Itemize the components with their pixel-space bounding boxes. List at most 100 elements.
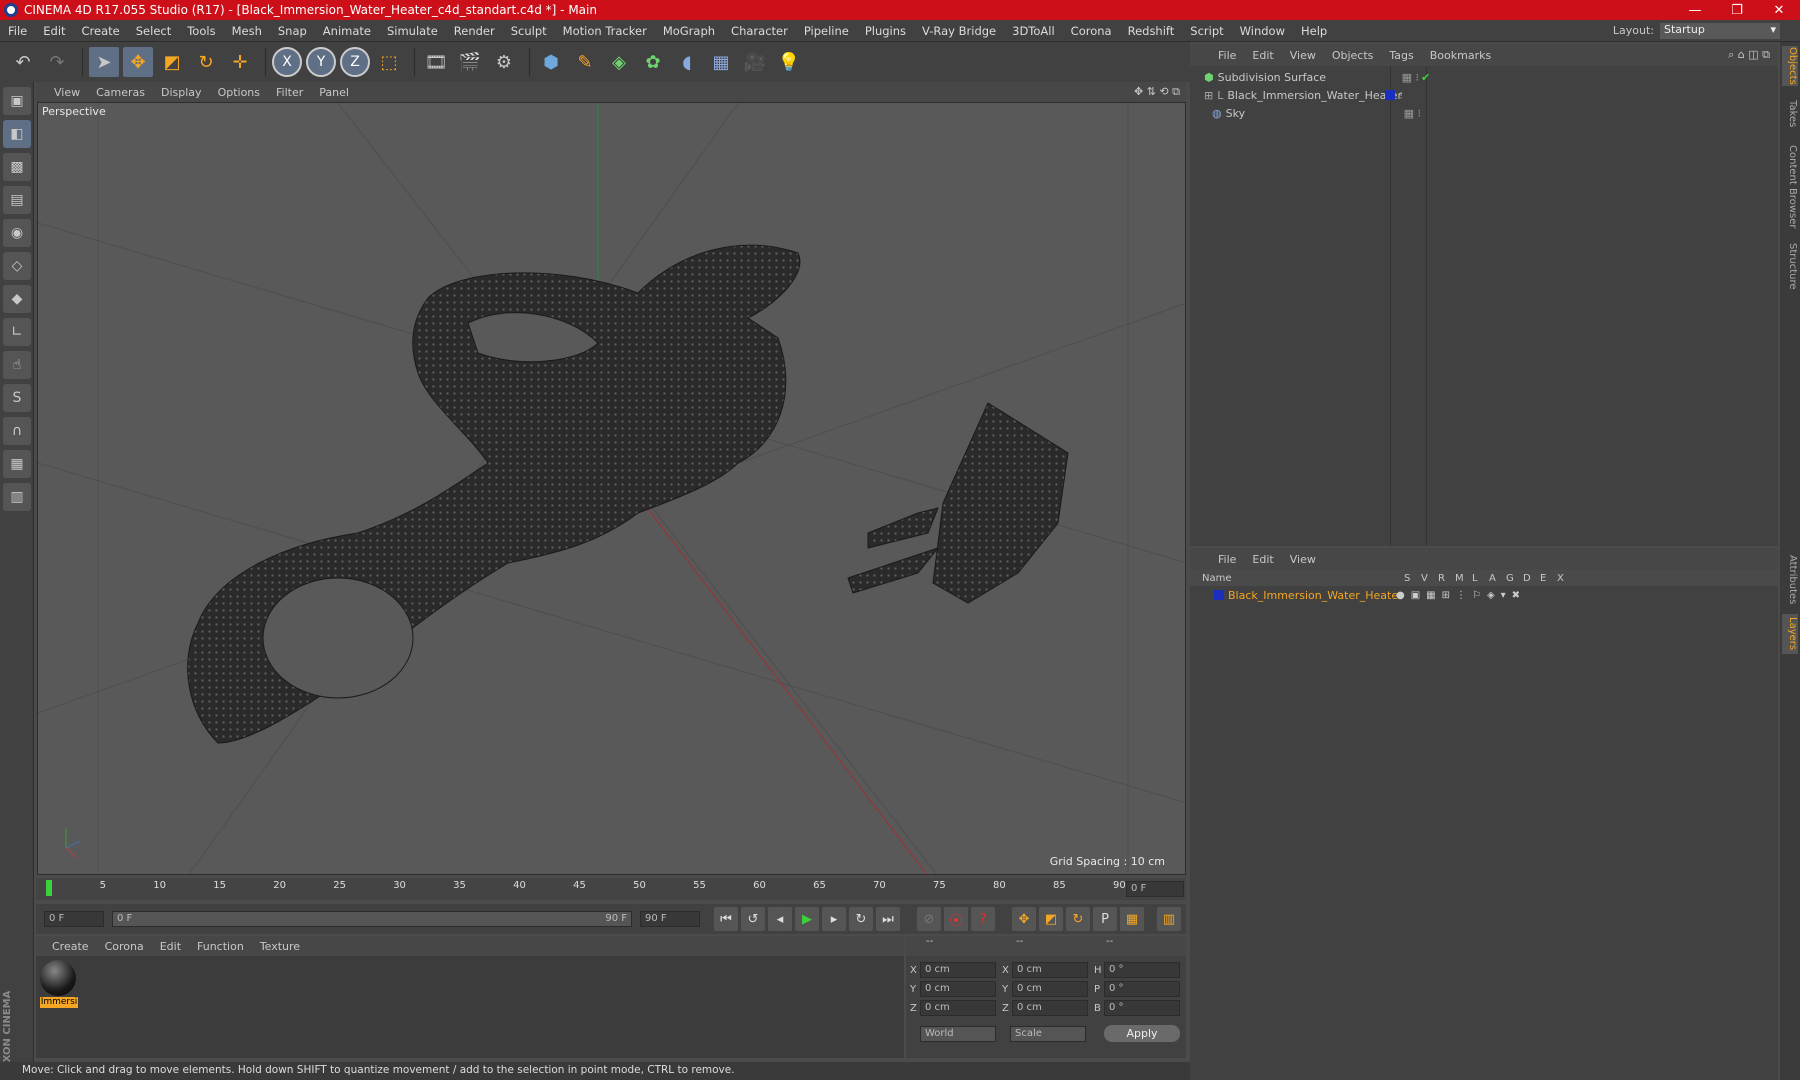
- object-menu-edit[interactable]: Edit: [1244, 49, 1281, 62]
- menu-window[interactable]: Window: [1232, 24, 1293, 38]
- rotation-h-field[interactable]: 0 °: [1104, 962, 1180, 978]
- scale-dropdown[interactable]: Scale: [1010, 1026, 1086, 1042]
- end-frame-field[interactable]: 90 F: [640, 911, 700, 927]
- deformer-icon[interactable]: ◖: [672, 47, 702, 77]
- world-dropdown[interactable]: World: [920, 1026, 996, 1042]
- object-menu-tags[interactable]: Tags: [1381, 49, 1421, 62]
- tab-takes[interactable]: Takes: [1782, 94, 1798, 134]
- subdivision-generator-icon[interactable]: ◈: [604, 47, 634, 77]
- layer-row[interactable]: Black_Immersion_Water_Heater ●▣▦⊞⋮⚐◈▾✖: [1190, 586, 1778, 604]
- go-to-start-icon[interactable]: ⏮: [714, 907, 738, 931]
- render-picture-viewer-icon[interactable]: 🎬: [455, 47, 485, 77]
- floor-environment-icon[interactable]: ▦: [706, 47, 736, 77]
- rotation-p-field[interactable]: 0 °: [1104, 981, 1180, 997]
- x-axis-lock-button[interactable]: X: [272, 47, 302, 77]
- snap-magnet-icon[interactable]: ∩: [3, 417, 31, 445]
- workplane-mode-icon[interactable]: ▤: [3, 186, 31, 214]
- material-menu-function[interactable]: Function: [189, 940, 252, 953]
- points-mode-icon[interactable]: ◉: [3, 219, 31, 247]
- step-forward-icon[interactable]: ▸: [822, 907, 846, 931]
- menu-character[interactable]: Character: [723, 24, 796, 38]
- z-axis-lock-button[interactable]: Z: [340, 47, 370, 77]
- array-mograph-icon[interactable]: ✿: [638, 47, 668, 77]
- layer-name[interactable]: Black_Immersion_Water_Heater: [1228, 589, 1403, 602]
- layer-flag-icons[interactable]: ●▣▦⊞⋮⚐◈▾✖: [1396, 590, 1526, 601]
- menu-corona[interactable]: Corona: [1063, 24, 1120, 38]
- material-menu-create[interactable]: Create: [44, 940, 97, 953]
- object-row-subdivision[interactable]: ⬢ Subdivision Surface ▦ ⁝ ✔: [1190, 68, 1778, 86]
- texture-mode-icon[interactable]: ▩: [3, 153, 31, 181]
- key-scale-icon[interactable]: ◩: [1039, 907, 1063, 931]
- layer-color-swatch[interactable]: [1385, 90, 1396, 100]
- layout-dropdown[interactable]: Startup: [1660, 22, 1780, 39]
- keyframe-selection-icon[interactable]: ?: [971, 907, 995, 931]
- object-menu-bookmarks[interactable]: Bookmarks: [1422, 49, 1499, 62]
- menu-edit[interactable]: Edit: [35, 24, 73, 38]
- planar-workplane-icon[interactable]: ▥: [3, 483, 31, 511]
- viewport-menu-display[interactable]: Display: [153, 86, 210, 99]
- object-menu-objects[interactable]: Objects: [1324, 49, 1382, 62]
- menu-create[interactable]: Create: [74, 24, 128, 38]
- menu-mograph[interactable]: MoGraph: [655, 24, 723, 38]
- object-row-heater[interactable]: ⊞ L Black_Immersion_Water_Heater ⁝: [1190, 86, 1778, 104]
- current-frame-field[interactable]: 0 F: [1126, 881, 1184, 897]
- menu-select[interactable]: Select: [128, 24, 179, 38]
- tab-layers[interactable]: Layers: [1782, 614, 1798, 654]
- visibility-dots[interactable]: ⁝: [1399, 89, 1403, 102]
- rotate-tool-icon[interactable]: ↻: [191, 47, 221, 77]
- object-row-sky[interactable]: ◍ Sky ▦ ⁝: [1190, 104, 1778, 122]
- menu-render[interactable]: Render: [446, 24, 503, 38]
- tab-structure[interactable]: Structure: [1782, 238, 1798, 294]
- key-parameter-icon[interactable]: P: [1093, 907, 1117, 931]
- light-icon[interactable]: 💡: [774, 47, 804, 77]
- material-menu-edit[interactable]: Edit: [152, 940, 189, 953]
- visibility-dots[interactable]: ▦ ⁝: [1402, 71, 1419, 84]
- camera-icon[interactable]: 🎥: [740, 47, 770, 77]
- position-z-field[interactable]: 0 cm: [920, 1000, 996, 1016]
- apply-button[interactable]: Apply: [1104, 1025, 1180, 1042]
- record-keys-icon[interactable]: ⊘: [917, 907, 941, 931]
- menu-plugins[interactable]: Plugins: [857, 24, 914, 38]
- coordinate-system-icon[interactable]: ⬚: [374, 47, 404, 77]
- select-arrow-icon[interactable]: ➤: [89, 47, 119, 77]
- tweak-mode-icon[interactable]: ☝: [3, 351, 31, 379]
- size-z-field[interactable]: 0 cm: [1012, 1000, 1088, 1016]
- menu-motion-tracker[interactable]: Motion Tracker: [555, 24, 655, 38]
- play-icon[interactable]: ▶: [795, 907, 819, 931]
- timeline-ruler[interactable]: 0 5 10 15 20 25 30 35 40 45 50 55 60 65 …: [36, 878, 1186, 900]
- material-swatch[interactable]: Immersi: [40, 960, 78, 1008]
- close-button[interactable]: ✕: [1758, 3, 1800, 18]
- tab-objects[interactable]: Objects: [1782, 46, 1798, 86]
- layer-menu-edit[interactable]: Edit: [1244, 553, 1281, 566]
- enabled-check-icon[interactable]: ✔: [1421, 71, 1430, 84]
- object-menu-view[interactable]: View: [1282, 49, 1324, 62]
- viewport-menu-view[interactable]: View: [46, 86, 88, 99]
- axis-mode-icon[interactable]: ∟: [3, 318, 31, 346]
- object-nav-icons[interactable]: ⌕ ⌂ ◫ ⧉: [1728, 48, 1770, 62]
- layer-menu-file[interactable]: File: [1210, 553, 1244, 566]
- perspective-viewport[interactable]: Perspective Grid Spacing : 10 cm: [37, 102, 1186, 875]
- maximize-button[interactable]: ❐: [1716, 3, 1758, 18]
- scale-tool-icon[interactable]: ◩: [157, 47, 187, 77]
- object-menu-file[interactable]: File: [1210, 49, 1244, 62]
- viewport-menu-options[interactable]: Options: [210, 86, 268, 99]
- workplane-lock-icon[interactable]: ▦: [3, 450, 31, 478]
- menu-sculpt[interactable]: Sculpt: [503, 24, 555, 38]
- tab-content-browser[interactable]: Content Browser: [1782, 142, 1798, 232]
- rotation-b-field[interactable]: 0 °: [1104, 1000, 1180, 1016]
- minimize-button[interactable]: —: [1674, 3, 1716, 18]
- menu-file[interactable]: File: [0, 24, 35, 38]
- model-mode-icon[interactable]: ◧: [3, 120, 31, 148]
- visibility-dots[interactable]: ▦ ⁝: [1404, 107, 1421, 120]
- key-position-icon[interactable]: ✥: [1012, 907, 1036, 931]
- polygons-mode-icon[interactable]: ◆: [3, 285, 31, 313]
- size-x-field[interactable]: 0 cm: [1012, 962, 1088, 978]
- key-rotation-icon[interactable]: ↻: [1066, 907, 1090, 931]
- material-menu-corona[interactable]: Corona: [97, 940, 152, 953]
- menu-vray-bridge[interactable]: V-Ray Bridge: [914, 24, 1004, 38]
- autokey-icon[interactable]: ⦿: [944, 907, 968, 931]
- make-editable-icon[interactable]: ▣: [3, 87, 31, 115]
- viewport-menu-cameras[interactable]: Cameras: [88, 86, 153, 99]
- live-selection-icon[interactable]: ✛: [225, 47, 255, 77]
- expand-icon[interactable]: ⊞: [1204, 89, 1213, 102]
